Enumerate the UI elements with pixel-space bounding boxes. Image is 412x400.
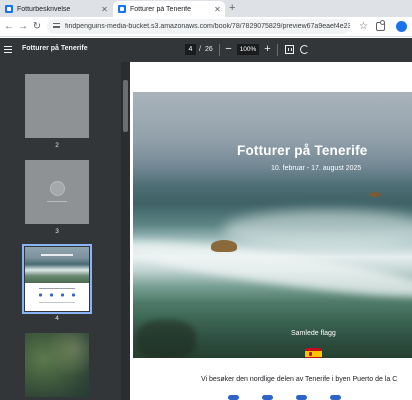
cover-dates: 10. februar - 17. august 2025 xyxy=(271,165,362,172)
pdf-page-4: Fotturer på Tenerife 10. februar - 17. a… xyxy=(130,62,412,400)
profile-icon[interactable] xyxy=(396,21,407,32)
blue-mark xyxy=(296,395,307,400)
thumbnail-dots xyxy=(35,292,79,298)
tab-fotturer-pa-tenerife[interactable]: Fotturer på Tenerife ✕ xyxy=(113,1,225,17)
blue-mark xyxy=(262,395,273,400)
zoom-in-button[interactable]: + xyxy=(262,43,273,56)
thumbnail-image xyxy=(25,247,89,311)
flags-label: Samlede flagg xyxy=(291,330,336,337)
address-bar[interactable]: findpenguins-media-bucket.s3.amazonaws.c… xyxy=(47,19,350,34)
close-tab-icon[interactable]: ✕ xyxy=(213,5,222,14)
thumbnail-title-line xyxy=(41,254,73,256)
close-tab-icon[interactable]: ✕ xyxy=(100,5,109,14)
thumbnail-number: 2 xyxy=(55,142,59,149)
pdf-toolbar: Fotturer på Tenerife 4 / 26 − 100% + xyxy=(0,38,412,62)
thumbnail-image xyxy=(25,74,89,138)
page-separator: / xyxy=(199,46,201,53)
placeholder-circle xyxy=(50,181,65,196)
blue-mark xyxy=(330,395,341,400)
tab-title: Fotturer på Tenerife xyxy=(130,5,191,13)
tab-fotturbeskrivelse[interactable]: Fotturbeskrivelse ✕ xyxy=(0,1,112,17)
thumbnail-text-line xyxy=(39,302,75,303)
zoom-out-button[interactable]: − xyxy=(223,43,234,56)
menu-icon[interactable] xyxy=(4,46,12,53)
placeholder-line xyxy=(47,201,67,202)
sidebar-scrollbar-thumb[interactable] xyxy=(123,80,128,132)
wave-foam xyxy=(223,210,412,250)
back-icon[interactable]: ← xyxy=(3,20,15,33)
tab-favicon-icon xyxy=(5,5,13,13)
rock-shadow xyxy=(136,320,196,358)
page-number-input[interactable]: 4 xyxy=(185,44,196,55)
rock xyxy=(369,192,381,197)
zoom-level-input[interactable]: 100% xyxy=(237,44,259,55)
rotate-icon[interactable] xyxy=(300,45,309,54)
reload-icon[interactable]: ↻ xyxy=(31,20,43,33)
document-viewport[interactable]: Fotturer på Tenerife 10. februar - 17. a… xyxy=(130,62,412,400)
thumbnail-text-line xyxy=(39,288,75,289)
tab-favicon-icon xyxy=(118,5,126,13)
thumbnail-image xyxy=(25,333,89,397)
intro-text: Vi besøker den nordlige delen av Tenerif… xyxy=(201,376,398,383)
page-total: 26 xyxy=(205,46,213,53)
thumbnail-photo xyxy=(25,247,89,283)
browser-tab-strip: Fotturbeskrivelse ✕ Fotturer på Tenerife… xyxy=(0,0,412,17)
browser-toolbar: ← → ↻ findpenguins-media-bucket.s3.amazo… xyxy=(0,17,412,37)
fit-to-page-icon[interactable] xyxy=(285,45,294,54)
spain-flag-icon xyxy=(305,348,322,358)
blue-mark xyxy=(228,395,239,400)
site-info-icon[interactable] xyxy=(53,23,60,30)
toolbar-divider xyxy=(277,44,278,56)
tab-title: Fotturbeskrivelse xyxy=(17,5,71,13)
cover-title: Fotturer på Tenerife xyxy=(237,143,368,158)
toolbar-divider xyxy=(219,44,220,56)
map-preview-strip xyxy=(228,395,348,400)
thumbnail-number: 3 xyxy=(55,228,59,235)
cover-photo: Fotturer på Tenerife 10. februar - 17. a… xyxy=(133,92,412,358)
rock xyxy=(211,240,237,252)
extensions-icon[interactable] xyxy=(376,20,385,31)
sidebar-scrollbar[interactable] xyxy=(121,62,130,400)
thumbnail-number: 4 xyxy=(55,315,59,322)
forward-icon[interactable]: → xyxy=(17,20,29,33)
url-text[interactable]: findpenguins-media-bucket.s3.amazonaws.c… xyxy=(65,23,350,30)
pdf-title: Fotturer på Tenerife xyxy=(22,45,88,52)
new-tab-button[interactable]: + xyxy=(229,2,235,15)
thumbnail-sidebar: 2 3 4 xyxy=(0,62,130,400)
bookmark-star-icon[interactable]: ☆ xyxy=(359,20,368,33)
thumbnail-image xyxy=(25,160,89,224)
